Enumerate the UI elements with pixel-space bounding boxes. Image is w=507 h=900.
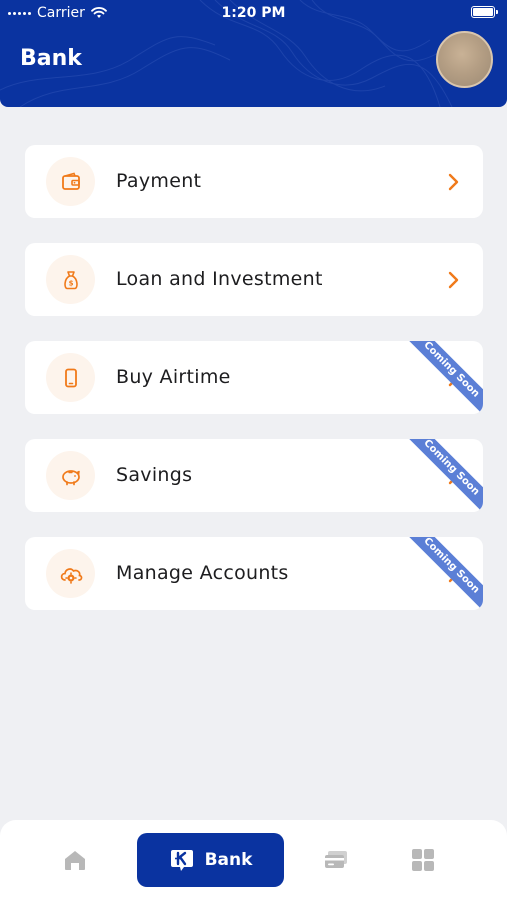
piggy-bank-icon [46, 451, 95, 500]
menu-item-label: Payment [116, 170, 202, 192]
menu-item-savings[interactable]: Savings Coming Soon [25, 439, 483, 512]
chevron-right-icon [448, 271, 459, 289]
svg-text:$: $ [68, 279, 73, 287]
menu-item-buy-airtime[interactable]: Buy Airtime Coming Soon [25, 341, 483, 414]
battery-icon [471, 6, 498, 18]
nav-bank[interactable]: Bank [137, 833, 284, 887]
status-bar: Carrier 1:20 PM [0, 0, 507, 26]
chevron-right-icon [448, 173, 459, 191]
menu-item-label: Buy Airtime [116, 366, 231, 388]
avatar[interactable] [436, 31, 493, 88]
money-bag-icon: $ [46, 255, 95, 304]
page-title: Bank [20, 46, 82, 71]
coming-soon-badge: Coming Soon [402, 439, 483, 512]
menu-item-label: Loan and Investment [116, 268, 323, 290]
home-icon [65, 851, 85, 870]
menu-item-loan-investment[interactable]: $ Loan and Investment [25, 243, 483, 316]
coming-soon-badge: Coming Soon [402, 537, 483, 610]
nav-more[interactable] [398, 820, 448, 900]
menu-item-payment[interactable]: Payment [25, 145, 483, 218]
menu-item-label: Savings [116, 464, 193, 486]
wallet-icon [46, 157, 95, 206]
bottom-nav: Bank [0, 820, 507, 900]
cloud-gear-icon [46, 549, 95, 598]
coming-soon-badge: Coming Soon [402, 341, 483, 414]
card-icon [325, 851, 347, 868]
app-header: Carrier 1:20 PM Bank [0, 0, 507, 107]
bank-icon [170, 850, 193, 871]
nav-cards[interactable] [311, 820, 361, 900]
nav-home[interactable] [50, 820, 100, 900]
menu-item-label: Manage Accounts [116, 562, 289, 584]
bank-menu: Payment $ Loan and Investment Buy Airtim… [25, 145, 483, 635]
nav-bank-label: Bank [204, 850, 253, 870]
phone-icon [46, 353, 95, 402]
menu-item-manage-accounts[interactable]: Manage Accounts Coming Soon [25, 537, 483, 610]
status-time: 1:20 PM [221, 5, 286, 21]
grid-icon [412, 849, 434, 871]
